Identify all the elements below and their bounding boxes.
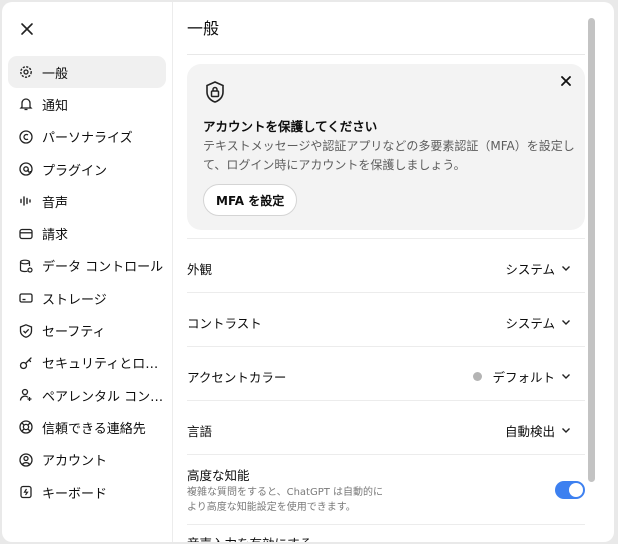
- select-value: システム: [505, 262, 555, 277]
- setting-label: 高度な知能: [187, 468, 250, 483]
- chevron-down-icon: [561, 369, 571, 384]
- select-value: 自動検出: [504, 424, 555, 439]
- setting-row-contrast[interactable]: コントラスト システム: [187, 292, 585, 347]
- personalize-icon: [18, 129, 34, 145]
- close-icon[interactable]: [16, 18, 38, 40]
- select-value: デフォルト: [492, 370, 555, 385]
- sidebar-item-data-controls[interactable]: データ コントロール: [8, 250, 166, 282]
- sidebar-item-label: キーボード: [42, 486, 108, 502]
- setting-label: コントラスト: [187, 316, 262, 331]
- sidebar-item-keyboard[interactable]: キーボード: [8, 476, 166, 508]
- sidebar-item-notifications[interactable]: 通知: [8, 88, 166, 120]
- appearance-select[interactable]: システム: [505, 259, 571, 278]
- sidebar-item-account[interactable]: アカウント: [8, 444, 166, 476]
- sidebar-item-security-login[interactable]: セキュリティとログイン: [8, 347, 166, 379]
- setting-row-language[interactable]: 言語 自動検出: [187, 400, 585, 455]
- toggle-knob: [569, 483, 583, 497]
- sidebar-item-label: データ コントロール: [42, 260, 164, 276]
- sidebar-item-billing[interactable]: 請求: [8, 217, 166, 249]
- sidebar-item-label: 通知: [42, 98, 69, 114]
- setting-row-appearance[interactable]: 外観 システム: [187, 238, 585, 293]
- chevron-down-icon: [561, 423, 571, 438]
- sidebar-item-label: パーソナライズ: [42, 131, 133, 147]
- color-swatch: [473, 372, 483, 381]
- mfa-description: テキストメッセージや認証アプリなどの多要素認証（MFA）を設定して、ログイン時に…: [203, 139, 575, 172]
- sidebar-item-label: ストレージ: [42, 292, 107, 308]
- sidebar-item-label: アカウント: [42, 454, 108, 470]
- contrast-select[interactable]: システム: [505, 313, 571, 332]
- sidebar-item-plugins[interactable]: プラグイン: [8, 153, 166, 185]
- lifebuoy-icon: [18, 419, 34, 435]
- scrollbar[interactable]: [588, 18, 595, 482]
- shield-icon: [18, 323, 34, 339]
- sidebar-item-label: セキュリティとログイン: [42, 357, 166, 373]
- chevron-down-icon: [561, 261, 571, 276]
- close-icon[interactable]: [557, 72, 575, 90]
- sidebar-item-label: ペアレンタル コントロール: [42, 389, 166, 405]
- language-select[interactable]: 自動検出: [505, 421, 571, 440]
- storage-icon: [18, 290, 34, 306]
- sidebar-item-personalize[interactable]: パーソナライズ: [8, 121, 166, 153]
- database-icon: [18, 258, 34, 274]
- sidebar-item-general[interactable]: 一般: [8, 56, 166, 89]
- setting-label: 音声入力を有効にする: [187, 533, 312, 542]
- settings-dialog: 一般 通知 パーソナライズ プラグイン 音声 請求 データ コントロール ストレ…: [2, 2, 614, 542]
- advanced-intelligence-toggle[interactable]: [555, 481, 585, 499]
- settings-sidebar: 一般 通知 パーソナライズ プラグイン 音声 請求 データ コントロール ストレ…: [2, 2, 173, 542]
- plugin-icon: [18, 161, 34, 177]
- setting-row-accent-color[interactable]: アクセントカラー デフォルト: [187, 346, 585, 401]
- sidebar-item-safety[interactable]: セーフティ: [8, 314, 166, 346]
- page-title: 一般: [187, 19, 220, 38]
- setup-mfa-button[interactable]: MFA を設定: [203, 184, 298, 216]
- card-icon: [18, 226, 34, 242]
- setting-label: 外観: [187, 262, 213, 277]
- setting-label: アクセントカラー: [187, 370, 287, 385]
- gear-icon: [18, 64, 34, 80]
- bell-icon: [18, 96, 34, 112]
- sidebar-item-storage[interactable]: ストレージ: [8, 282, 166, 314]
- mfa-title: アカウントを保護してください: [203, 119, 378, 134]
- user-circle-icon: [18, 452, 34, 468]
- sidebar-item-label: プラグイン: [42, 163, 108, 179]
- keyboard-icon: [18, 484, 34, 500]
- setting-row-voice-input: 音声入力を有効にする: [187, 524, 585, 542]
- sidebar-item-label: セーフティ: [42, 325, 106, 341]
- sidebar-item-label: 音声: [42, 195, 69, 211]
- setting-description: 複雑な質問をすると、ChatGPT は自動的により高度な知能設定を使用できます。: [187, 487, 384, 513]
- accent-color-select[interactable]: デフォルト: [473, 367, 571, 386]
- mfa-card: アカウントを保護してください テキストメッセージや認証アプリなどの多要素認証（M…: [187, 64, 585, 230]
- settings-nav: 一般 通知 パーソナライズ プラグイン 音声 請求 データ コントロール ストレ…: [8, 56, 166, 508]
- setting-label: 言語: [187, 424, 213, 439]
- select-value: システム: [505, 316, 555, 331]
- audio-wave-icon: [18, 193, 34, 209]
- setting-row-advanced-intelligence: 高度な知能 複雑な質問をすると、ChatGPT は自動的により高度な知能設定を使…: [187, 454, 585, 525]
- sidebar-item-trusted-contacts[interactable]: 信頼できる連絡先: [8, 411, 166, 443]
- sidebar-item-parental-controls[interactable]: ペアレンタル コントロール: [8, 379, 166, 411]
- lock-icon: [203, 80, 227, 104]
- sidebar-item-label: 信頼できる連絡先: [42, 421, 146, 437]
- key-icon: [18, 355, 34, 371]
- parent-icon: [18, 387, 34, 403]
- sidebar-item-label: 請求: [42, 228, 69, 244]
- chevron-down-icon: [561, 315, 571, 330]
- divider: [187, 54, 585, 55]
- sidebar-item-label: 一般: [42, 66, 69, 82]
- sidebar-item-voice[interactable]: 音声: [8, 185, 166, 217]
- settings-main: 一般 アカウントを保護してください テキストメッセージや認証アプリなどの多要素認…: [173, 2, 600, 542]
